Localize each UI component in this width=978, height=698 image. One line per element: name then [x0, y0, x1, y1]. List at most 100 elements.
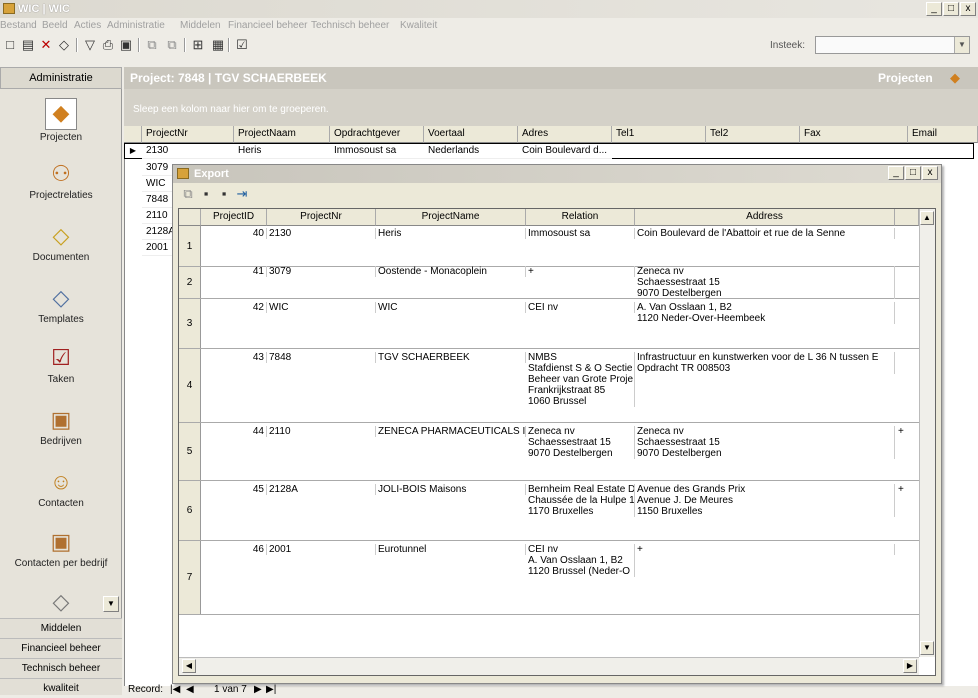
column-header[interactable]: Tel1: [612, 126, 706, 143]
scroll-right-icon[interactable]: ▶: [903, 659, 917, 673]
scroll-down-icon[interactable]: ▼: [920, 641, 934, 655]
sidebar-scroll-down[interactable]: ▼: [103, 596, 119, 612]
form-icon[interactable]: ▦: [210, 37, 226, 53]
menu-kwaliteit[interactable]: Kwaliteit: [400, 20, 437, 31]
cell-address[interactable]: Avenue des Grands Prix Avenue J. De Meur…: [635, 484, 895, 517]
properties-icon[interactable]: ▤: [20, 37, 36, 53]
column-header[interactable]: ProjectNr: [142, 126, 234, 143]
cell-relation[interactable]: Immosoust sa: [526, 228, 635, 239]
scroll-left-icon[interactable]: ◀: [182, 659, 196, 673]
last-record-button[interactable]: ▶|: [266, 684, 276, 695]
save-as-icon[interactable]: ▪: [216, 186, 232, 202]
cell-projectname[interactable]: ZENECA PHARMACEUTICALS I: [376, 426, 526, 437]
paste-icon[interactable]: ⧉: [164, 37, 180, 53]
cell-projectnr[interactable]: 3079: [267, 266, 376, 277]
cell-address[interactable]: Coin Boulevard de l'Abattoir et rue de l…: [635, 228, 895, 239]
export-maximize-button[interactable]: □: [905, 166, 921, 180]
menu-bestand[interactable]: Bestand: [0, 20, 37, 31]
cell-projectid[interactable]: 42: [201, 302, 267, 313]
insteek-select[interactable]: [815, 36, 970, 54]
column-header[interactable]: Address: [635, 209, 895, 226]
cell-address[interactable]: Zeneca nv Schaessestraat 15 9070 Destelb…: [635, 426, 895, 459]
previous-record-button[interactable]: ◀: [186, 684, 194, 695]
cell-relation[interactable]: +: [526, 266, 635, 277]
menu-technisch-beheer[interactable]: Technisch beheer: [311, 20, 389, 31]
cell-address[interactable]: A. Van Osslaan 1, B2 1120 Neder-Over-Hee…: [635, 302, 895, 324]
cell-address[interactable]: Zeneca nv Schaessestraat 15 9070 Destelb…: [635, 266, 895, 299]
menu-acties[interactable]: Acties: [74, 20, 101, 31]
cell-address[interactable]: +: [635, 544, 895, 555]
cell-projectname[interactable]: Oostende - Monacoplein: [376, 266, 526, 277]
table-cell[interactable]: Coin Boulevard d...: [518, 144, 612, 159]
cell-relation[interactable]: NMBS Stafdienst S & O Sectie Beheer van …: [526, 352, 635, 407]
cell-extra[interactable]: +: [898, 484, 918, 495]
projecten-link[interactable]: Projecten: [878, 71, 933, 85]
table-cell[interactable]: Heris: [234, 144, 330, 159]
cell-projectname[interactable]: Heris: [376, 228, 526, 239]
cell-projectname[interactable]: JOLI-BOIS Maisons: [376, 484, 526, 495]
sidebar-group-technisch-beheer[interactable]: Technisch beheer: [0, 658, 122, 678]
sidebar-item-bedrijven[interactable]: ▣ Bedrijven: [0, 406, 122, 447]
copy-icon[interactable]: ⧉: [144, 37, 160, 53]
column-header[interactable]: ProjectNr: [267, 209, 376, 226]
export-minimize-button[interactable]: _: [888, 166, 904, 180]
cell-projectname[interactable]: TGV SCHAERBEEK: [376, 352, 526, 363]
cell-projectid[interactable]: 45: [201, 484, 267, 495]
maximize-button[interactable]: □: [943, 2, 959, 16]
sidebar-item-projecten[interactable]: ◆ Projecten: [0, 98, 122, 143]
cell-relation[interactable]: Zeneca nv Schaessestraat 15 9070 Destelb…: [526, 426, 635, 459]
cell-address[interactable]: Infrastructuur en kunstwerken voor de L …: [635, 352, 895, 374]
layout-icon[interactable]: ⊞: [190, 37, 206, 53]
column-header[interactable]: Adres: [518, 126, 612, 143]
save-icon[interactable]: ▪: [198, 186, 214, 202]
menu-beeld[interactable]: Beeld: [42, 20, 68, 31]
column-header[interactable]: [895, 209, 919, 226]
sidebar-item-contacten[interactable]: ☺ Contacten: [0, 468, 122, 509]
cell-projectnr[interactable]: 2130: [267, 228, 376, 239]
menu-administratie[interactable]: Administratie: [107, 20, 165, 31]
column-header[interactable]: ProjectNaam: [234, 126, 330, 143]
sidebar-group-middelen[interactable]: Middelen: [0, 618, 122, 638]
column-header[interactable]: Email: [908, 126, 978, 143]
new-icon[interactable]: □: [2, 37, 18, 53]
cell-projectnr[interactable]: 7848: [267, 352, 376, 363]
sidebar-header-administratie[interactable]: Administratie: [0, 67, 122, 89]
scroll-up-icon[interactable]: ▲: [920, 211, 934, 225]
minimize-button[interactable]: _: [926, 2, 942, 16]
cell-extra[interactable]: +: [898, 426, 918, 437]
table-cell[interactable]: WIC: [142, 177, 172, 192]
horizontal-scrollbar[interactable]: [179, 657, 919, 675]
cell-projectname[interactable]: WIC: [376, 302, 526, 313]
chevron-down-icon[interactable]: ▼: [954, 37, 969, 53]
table-cell[interactable]: Nederlands: [424, 144, 518, 159]
cell-projectid[interactable]: 40: [201, 228, 267, 239]
cell-relation[interactable]: CEI nv A. Van Osslaan 1, B2 1120 Brussel…: [526, 544, 635, 577]
table-cell[interactable]: 2001: [142, 241, 172, 256]
checklist-icon[interactable]: ☑: [234, 37, 250, 53]
column-header[interactable]: Opdrachtgever: [330, 126, 424, 143]
copy-icon[interactable]: ⧉: [180, 186, 196, 202]
table-cell[interactable]: Immosoust sa: [330, 144, 424, 159]
record-position[interactable]: 1 van 7: [214, 684, 247, 695]
export-title-bar[interactable]: [173, 165, 941, 183]
export-close-button[interactable]: x: [922, 166, 938, 180]
cell-projectnr[interactable]: 2128A: [267, 484, 376, 495]
cell-projectid[interactable]: 43: [201, 352, 267, 363]
sidebar-item-projectrelaties[interactable]: ⚇ Projectrelaties: [0, 160, 122, 201]
cell-projectnr[interactable]: 2110: [267, 426, 376, 437]
delete-icon[interactable]: ✕: [38, 37, 54, 53]
sidebar-item-contacten-per-bedrijf[interactable]: ▣ Contacten per bedrijf: [0, 528, 122, 569]
table-cell[interactable]: 2130: [142, 144, 234, 159]
print-icon[interactable]: ⎙: [100, 37, 116, 53]
column-header[interactable]: Relation: [526, 209, 635, 226]
table-cell[interactable]: 2110: [142, 209, 172, 224]
column-header[interactable]: Voertaal: [424, 126, 518, 143]
sidebar-group-kwaliteit[interactable]: kwaliteit: [0, 678, 122, 695]
sidebar-item-documenten[interactable]: ◇ Documenten: [0, 222, 122, 263]
table-cell[interactable]: 2128A: [142, 225, 172, 240]
exit-icon[interactable]: ⇥: [234, 186, 250, 202]
cell-projectnr[interactable]: 2001: [267, 544, 376, 555]
sidebar-item-templates[interactable]: ◇ Templates: [0, 284, 122, 325]
first-record-button[interactable]: |◀: [170, 684, 180, 695]
next-record-button[interactable]: ▶: [254, 684, 262, 695]
